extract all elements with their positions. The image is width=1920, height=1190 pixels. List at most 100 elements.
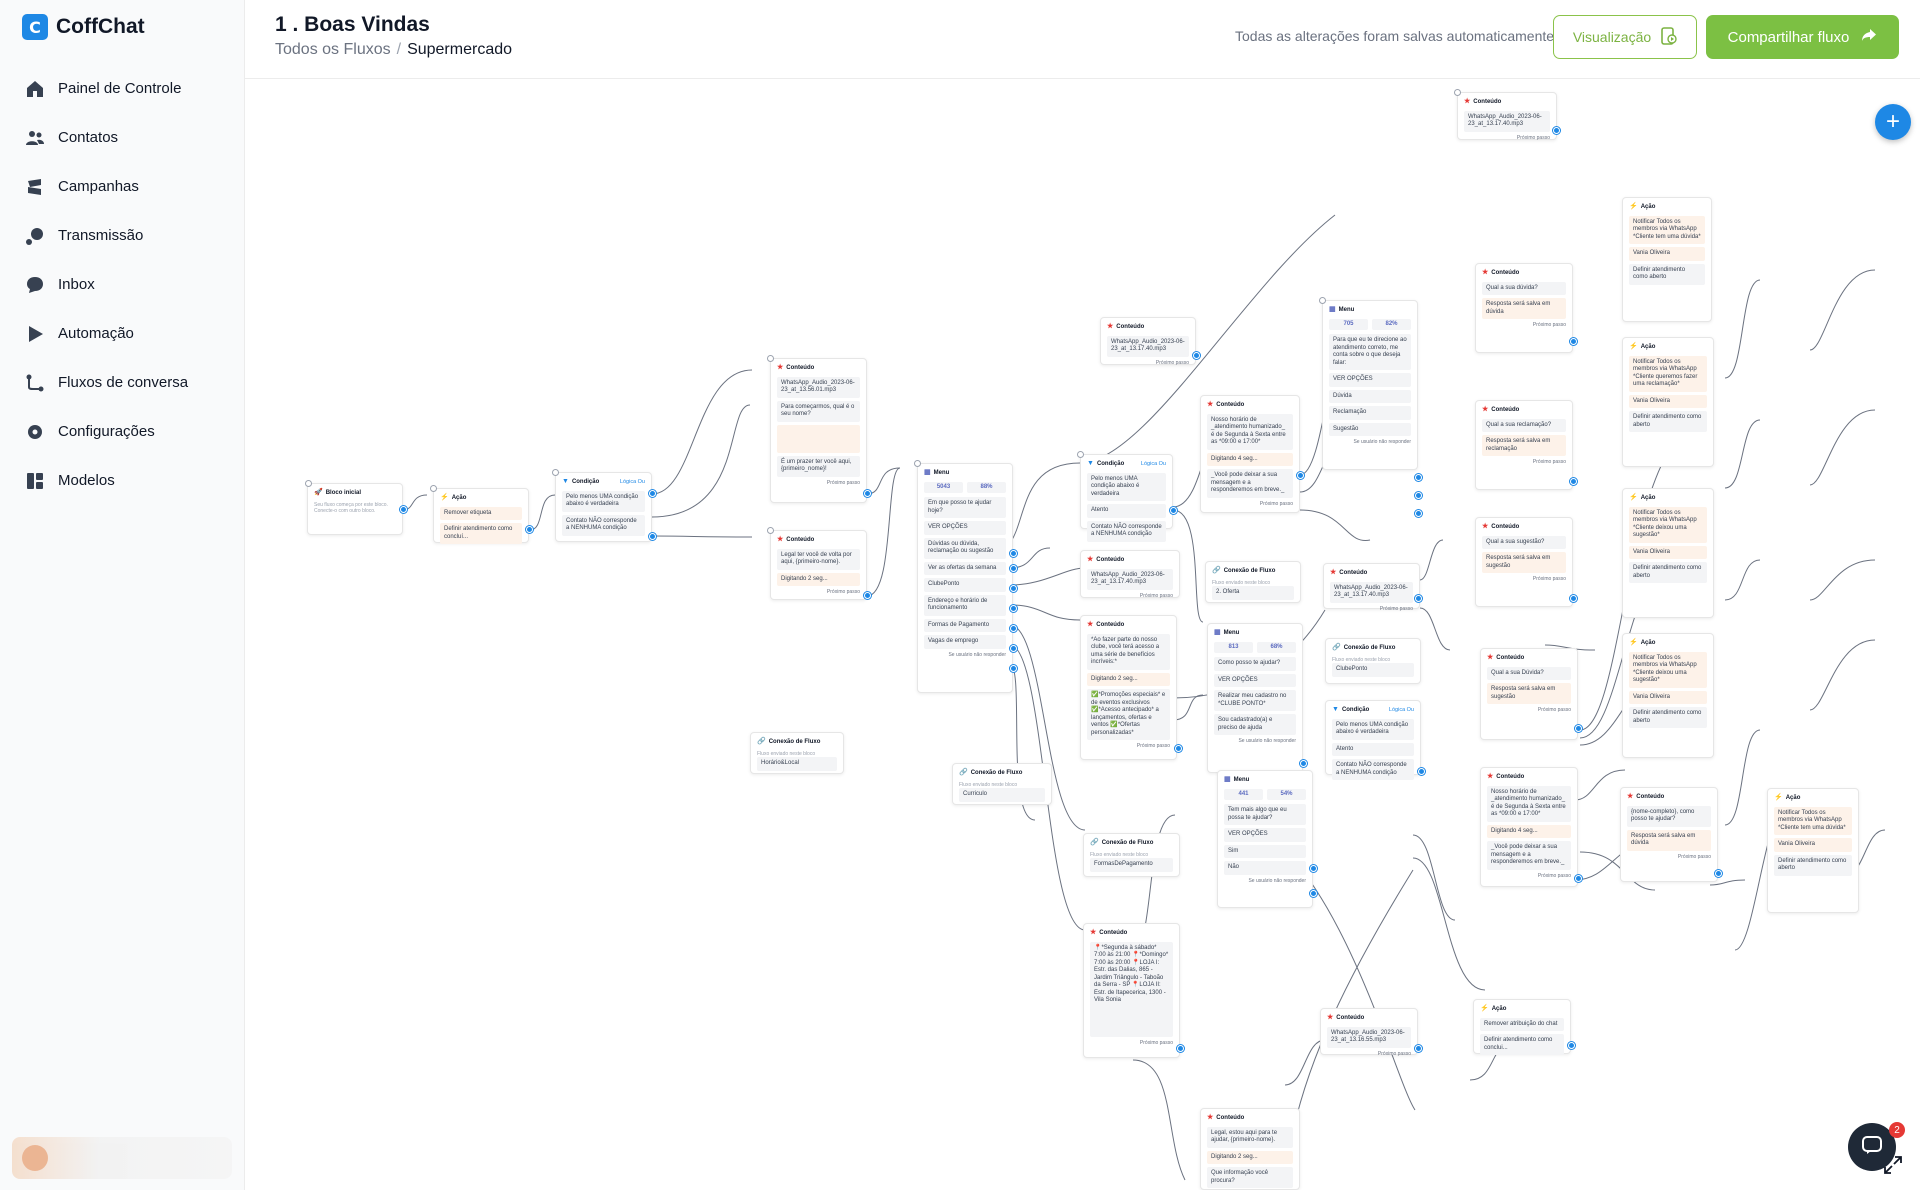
sidebar-item-transmissao[interactable]: Transmissão <box>0 211 245 260</box>
expand-icon[interactable] <box>1882 1154 1904 1176</box>
output-handle[interactable] <box>1415 474 1422 481</box>
output-handle[interactable] <box>864 592 871 599</box>
sidebar-item-modelos[interactable]: Modelos <box>0 456 245 505</box>
content-block[interactable]: ★ Conteúdo Qual a sua Dúvida? Resposta se… <box>1480 648 1578 740</box>
output-handle[interactable] <box>1575 725 1582 732</box>
content-block[interactable]: ★ Conteúdo Legal ter você de volta por aq… <box>770 530 867 600</box>
action-block[interactable]: ⚡ Ação Remover atribuição do chat Definir… <box>1473 999 1571 1056</box>
content-block[interactable]: ★ Conteúdo Qual a sua reclamação? Respost… <box>1475 400 1573 490</box>
output-handle[interactable] <box>1418 768 1425 775</box>
output-handle[interactable] <box>1553 127 1560 134</box>
content-block[interactable]: ★ Conteúdo Qual a sua dúvida? Resposta se… <box>1475 263 1573 353</box>
content-block[interactable]: ★ Conteúdo WhatsApp_Audio_2023-06-23_at_1… <box>1323 563 1420 612</box>
input-handle[interactable] <box>1319 297 1326 304</box>
action-block[interactable]: ⚡ Ação Notificar Todos os membros via Wha… <box>1622 488 1714 618</box>
content-block[interactable]: ★ Conteúdo WhatsApp_Audio_2023-06-23_at_1… <box>1320 1008 1418 1057</box>
output-handle[interactable] <box>1170 507 1177 514</box>
share-flow-button[interactable]: Compartilhar fluxo <box>1706 15 1899 59</box>
output-handle[interactable] <box>1177 1045 1184 1052</box>
action-block[interactable]: ⚡ Ação Notificar Todos os membros via Wha… <box>1622 337 1714 467</box>
output-handle[interactable] <box>1415 595 1422 602</box>
output-handle[interactable] <box>1010 665 1017 672</box>
output-handle[interactable] <box>1570 595 1577 602</box>
sidebar-item-inbox[interactable]: Inbox <box>0 260 245 309</box>
logo[interactable]: C CoffChat <box>22 14 145 40</box>
output-handle[interactable] <box>1010 625 1017 632</box>
output-handle[interactable] <box>1575 875 1582 882</box>
output-handle[interactable] <box>1310 890 1317 897</box>
menu-block[interactable]: ▦ Menu 705 82% Para que eu te direcione ao… <box>1322 300 1418 470</box>
action-block[interactable]: ⚡ Ação Notificar Todos os membros via Wha… <box>1767 788 1859 913</box>
menu-block[interactable]: ▦ Menu 441 54% Tem mais algo que eu possa … <box>1217 770 1313 908</box>
output-handle[interactable] <box>1570 478 1577 485</box>
condition-block[interactable]: ▼ Condição Lógica Ou Pelo menos UMA condiç… <box>1080 454 1173 542</box>
sidebar-item-campanhas[interactable]: Campanhas <box>0 162 245 211</box>
flow-link-block[interactable]: 🔗 Conexão de Fluxo Fluxo enviado neste bl… <box>1205 561 1301 603</box>
node-row: Contato NÃO corresponde a NENHUMA condiç… <box>1087 520 1166 542</box>
content-block[interactable]: ★ Conteúdo Qual a sua sugestão? Resposta … <box>1475 517 1573 607</box>
menu-block[interactable]: ▦ Menu 813 68% Como posso te ajudar? VER O… <box>1207 623 1303 773</box>
user-profile[interactable] <box>12 1137 232 1179</box>
output-handle[interactable] <box>1570 338 1577 345</box>
output-handle[interactable] <box>649 533 656 540</box>
sidebar-item-contatos[interactable]: Contatos <box>0 113 245 162</box>
content-block[interactable]: ★ Conteúdo *Ao fazer parte do nosso clube… <box>1080 615 1177 760</box>
output-handle[interactable] <box>1310 865 1317 872</box>
action-block[interactable]: ⚡ Ação Remover etiqueta Definir atendimen… <box>433 488 529 545</box>
output-handle[interactable] <box>1415 510 1422 517</box>
output-handle[interactable] <box>864 490 871 497</box>
content-block[interactable]: ★ Conteúdo 📍*Segunda à sábado* 7:00 às 21… <box>1083 923 1180 1058</box>
action-block[interactable]: ⚡ Ação Notificar Todos os membros via Wha… <box>1622 197 1712 322</box>
output-handle[interactable] <box>1010 645 1017 652</box>
input-handle[interactable] <box>914 460 921 467</box>
sidebar-item-configuracoes[interactable]: Configurações <box>0 407 245 456</box>
input-handle[interactable] <box>1454 89 1461 96</box>
input-handle[interactable] <box>305 480 312 487</box>
content-block[interactable]: ★ Conteúdo WhatsApp_Audio_2023-06-23_at_1… <box>1080 550 1180 599</box>
flow-canvas[interactable]: + 🚀 Bloco inicial Seu fluxo começa por es… <box>245 80 1920 1190</box>
input-handle[interactable] <box>430 485 437 492</box>
output-handle[interactable] <box>1175 745 1182 752</box>
condition-block[interactable]: ▼ Condição Lógica Ou Pelo menos UMA condiç… <box>1325 700 1421 781</box>
output-handle[interactable] <box>1300 760 1307 767</box>
content-block[interactable]: ★ Conteúdo WhatsApp_Audio_2023-06-23_at_1… <box>770 358 867 503</box>
flow-link-block[interactable]: 🔗 Conexão de Fluxo Fluxo enviado neste bl… <box>750 732 844 774</box>
sidebar-item-painel[interactable]: Painel de Controle <box>0 64 245 113</box>
output-handle[interactable] <box>1010 550 1017 557</box>
input-handle[interactable] <box>767 527 774 534</box>
output-handle[interactable] <box>400 506 407 513</box>
output-handle[interactable] <box>1010 605 1017 612</box>
sidebar-item-fluxos[interactable]: Fluxos de conversa <box>0 358 245 407</box>
condition-block[interactable]: ▼ Condição Lógica Ou Pelo menos UMA condiç… <box>555 472 652 542</box>
output-handle[interactable] <box>1715 870 1722 877</box>
output-handle[interactable] <box>1297 472 1304 479</box>
start-block[interactable]: 🚀 Bloco inicial Seu fluxo começa por este… <box>307 483 403 535</box>
add-block-button[interactable]: + <box>1875 104 1911 140</box>
input-handle[interactable] <box>552 469 559 476</box>
output-handle[interactable] <box>649 490 656 497</box>
flow-link-block[interactable]: 🔗 Conexão de Fluxo Fluxo enviado neste bl… <box>952 763 1052 805</box>
menu-block[interactable]: ▦ Menu 5043 88% Em que posso te ajudar hoj… <box>917 463 1013 693</box>
input-handle[interactable] <box>1077 451 1084 458</box>
sidebar-item-automacao[interactable]: Automação <box>0 309 245 358</box>
output-handle[interactable] <box>1193 352 1200 359</box>
output-handle[interactable] <box>1568 1042 1575 1049</box>
output-handle[interactable] <box>526 526 533 533</box>
content-block[interactable]: ★ Conteúdo WhatsApp_Audio_2023-06-23_at_1… <box>1100 317 1196 366</box>
content-block[interactable]: ★ Conteúdo {nome-completo}, como posso te… <box>1620 787 1718 882</box>
content-block[interactable]: ★ Conteúdo Legal, estou aqui para te ajud… <box>1200 1108 1300 1190</box>
output-handle[interactable] <box>1010 585 1017 592</box>
output-handle[interactable] <box>1415 1045 1422 1052</box>
breadcrumb-root[interactable]: Todos os Fluxos <box>275 41 391 59</box>
content-block[interactable]: ★ Conteúdo Nosso horário de _atendimento … <box>1480 767 1578 887</box>
output-handle[interactable] <box>1010 565 1017 572</box>
action-block[interactable]: ⚡ Ação Notificar Todos os membros via Wha… <box>1622 633 1714 758</box>
flow-link-block[interactable]: 🔗 Conexão de Fluxo Fluxo enviado neste bl… <box>1083 833 1180 877</box>
output-handle[interactable] <box>1415 492 1422 499</box>
preview-button[interactable]: Visualização <box>1553 15 1697 59</box>
content-block[interactable]: ★ Conteúdo Nosso horário de _atendimento … <box>1200 395 1300 513</box>
input-handle[interactable] <box>767 355 774 362</box>
node-row: Definir atendimento como aberto <box>1629 263 1705 285</box>
content-block[interactable]: ★ Conteúdo WhatsApp_Audio_2023-06-23_at_1… <box>1457 92 1557 141</box>
flow-link-block[interactable]: 🔗 Conexão de Fluxo Fluxo enviado neste bl… <box>1325 638 1421 684</box>
